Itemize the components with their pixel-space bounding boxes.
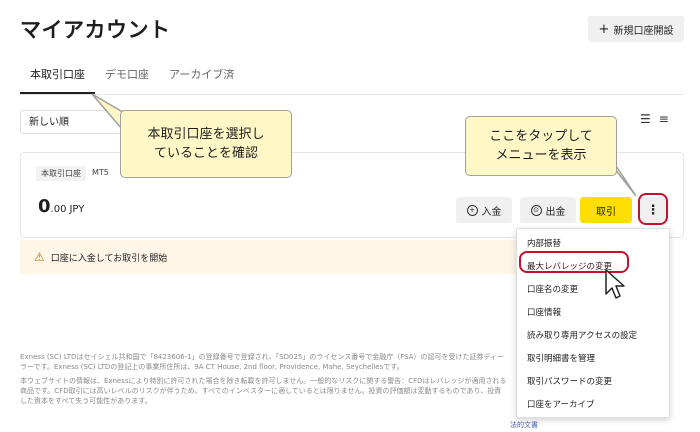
more-button-highlight bbox=[638, 193, 668, 225]
callout-left-text: 本取引口座を選択し ていることを確認 bbox=[147, 127, 265, 161]
callout-pointers bbox=[91, 93, 637, 197]
mouse-cursor-icon bbox=[605, 269, 625, 299]
callout-right-text: ここをタップして メニューを表示 bbox=[489, 129, 593, 163]
callout-menu: ここをタップして メニューを表示 bbox=[465, 116, 617, 176]
callout-real-account: 本取引口座を選択し ていることを確認 bbox=[120, 110, 292, 178]
